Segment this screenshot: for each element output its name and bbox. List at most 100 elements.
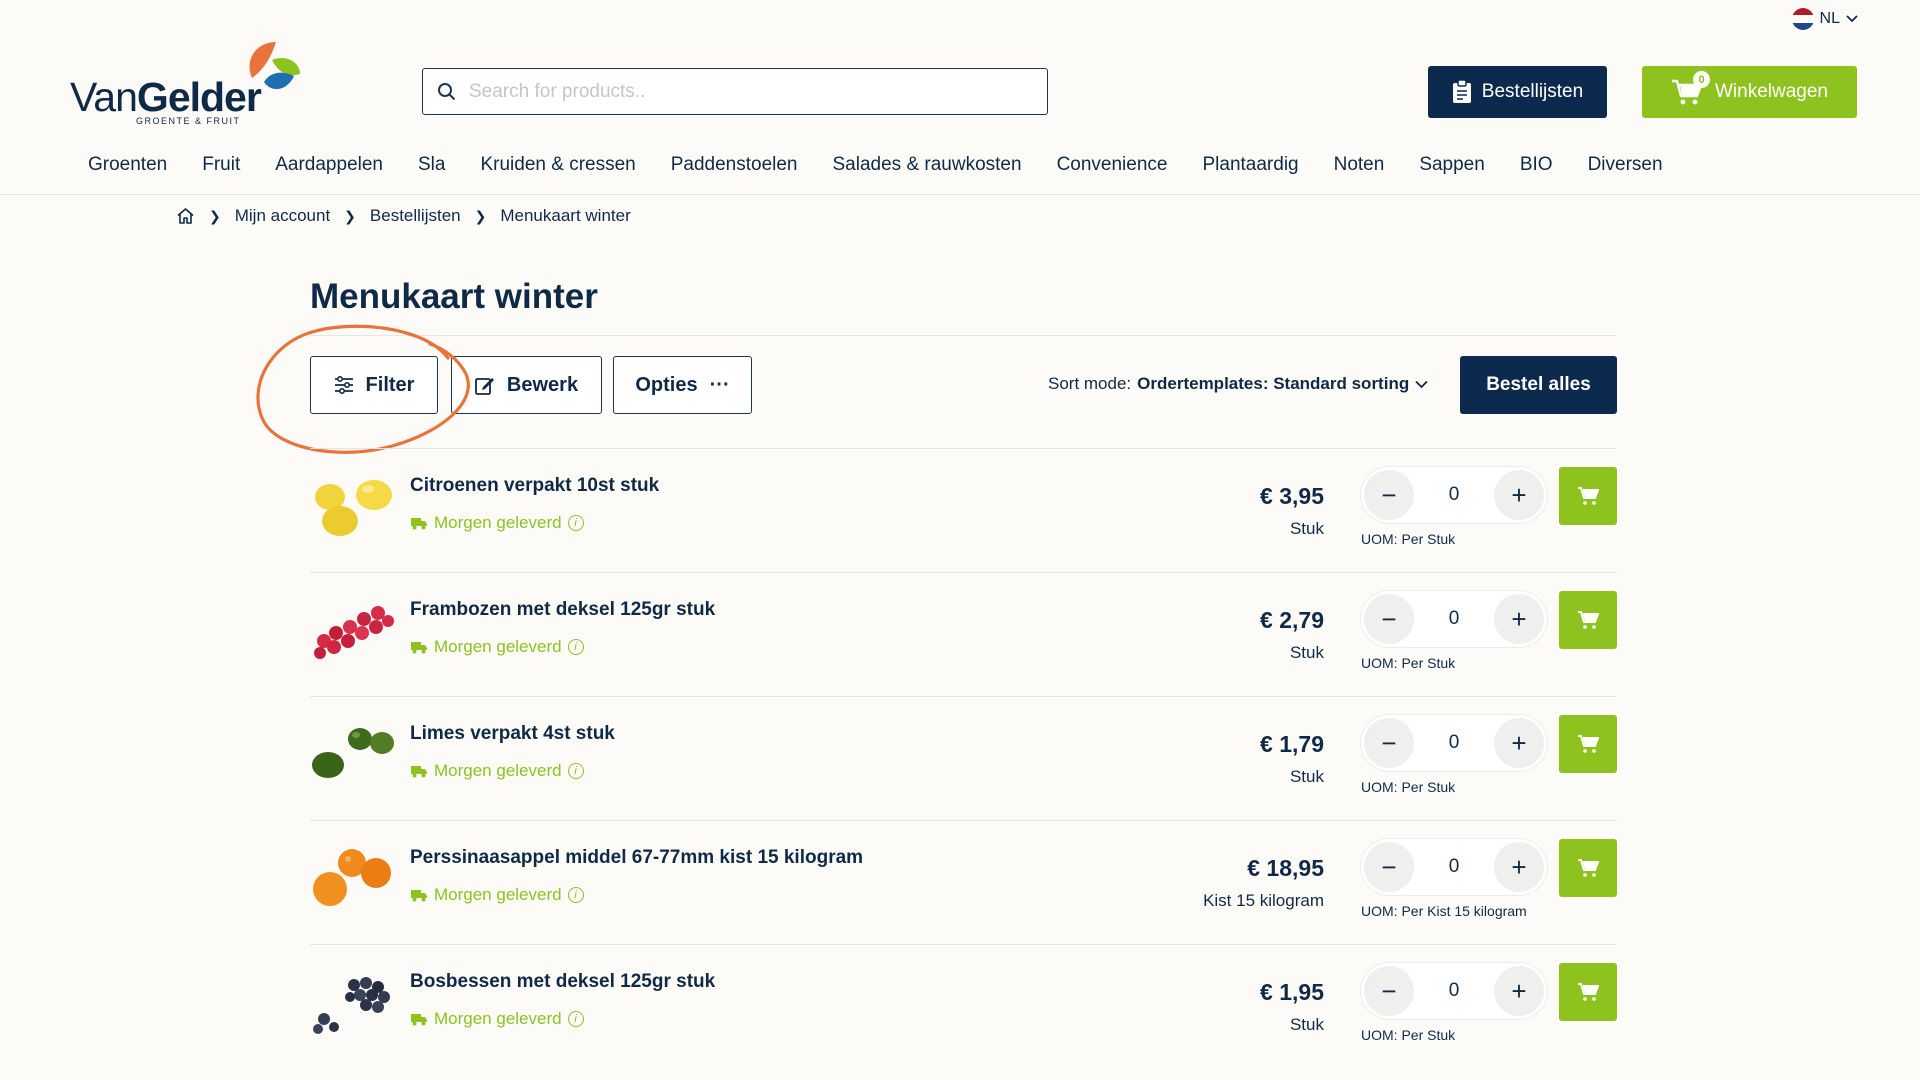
nav-item-diversen[interactable]: Diversen [1588, 154, 1663, 176]
uom-label: UOM: Per Kist 15 kilogram [1361, 903, 1527, 919]
raspberry-product-image[interactable] [310, 593, 400, 665]
main-navigation: Groenten Fruit Aardappelen Sla Kruiden &… [88, 154, 1698, 176]
options-button[interactable]: Opties ··· [613, 356, 752, 414]
nav-item-sla[interactable]: Sla [418, 154, 445, 176]
decrease-button[interactable]: − [1364, 842, 1414, 892]
quantity-stepper: − + [1361, 963, 1547, 1019]
increase-button[interactable]: + [1494, 594, 1544, 644]
language-selector[interactable]: NL [1791, 8, 1858, 30]
search-input[interactable] [469, 80, 1047, 103]
delivery-status: Morgen geleverd i [410, 513, 584, 533]
add-to-cart-button[interactable] [1559, 715, 1617, 773]
quantity-input[interactable] [1434, 856, 1474, 878]
search-icon [438, 82, 456, 100]
increase-button[interactable]: + [1494, 470, 1544, 520]
info-icon[interactable]: i [567, 639, 584, 655]
product-row: Limes verpakt 4st stuk Morgen geleverd i… [310, 697, 1617, 821]
home-icon[interactable] [176, 207, 195, 225]
netherlands-flag-icon [1791, 8, 1814, 30]
product-unit: Stuk [1289, 767, 1324, 786]
nav-item-noten[interactable]: Noten [1334, 154, 1385, 176]
product-row: Perssinaasappel middel 67-77mm kist 15 k… [310, 821, 1617, 945]
blueberry-product-image[interactable] [310, 965, 400, 1037]
order-all-button[interactable]: Bestel alles [1460, 356, 1617, 414]
decrease-button[interactable]: − [1364, 470, 1414, 520]
quantity-input[interactable] [1434, 732, 1474, 754]
quantity-input[interactable] [1434, 484, 1474, 506]
delivery-status: Morgen geleverd i [410, 885, 584, 905]
sort-mode-value: Ordertemplates: Standard sorting [1137, 374, 1410, 393]
breadcrumb-item-account[interactable]: Mijn account [235, 206, 330, 226]
orderlists-button[interactable]: Bestellijsten [1428, 66, 1607, 118]
product-name[interactable]: Perssinaasappel middel 67-77mm kist 15 k… [410, 847, 863, 869]
sort-mode-selector[interactable]: Sort mode: Ordertemplates: Standard sort… [1048, 374, 1428, 394]
site-header: NL VanGelder GROENTE & FRUIT Bestellijst… [0, 0, 1920, 195]
product-row: Frambozen met deksel 125gr stuk Morgen g… [310, 573, 1617, 697]
nav-item-sappen[interactable]: Sappen [1419, 154, 1485, 176]
search-bar[interactable] [422, 68, 1048, 115]
add-to-cart-button[interactable] [1559, 839, 1617, 897]
info-icon[interactable]: i [567, 763, 584, 779]
add-to-cart-button[interactable] [1559, 467, 1617, 525]
uom-label: UOM: Per Stuk [1361, 1027, 1456, 1043]
product-unit: Stuk [1289, 1015, 1324, 1034]
cart-icon [1578, 487, 1599, 505]
page-title: Menukaart winter [310, 277, 598, 316]
product-name[interactable]: Frambozen met deksel 125gr stuk [410, 599, 715, 621]
increase-button[interactable]: + [1494, 966, 1544, 1016]
uom-label: UOM: Per Stuk [1361, 655, 1456, 671]
nav-item-paddenstoelen[interactable]: Paddenstoelen [671, 154, 798, 176]
info-icon[interactable]: i [567, 1011, 584, 1027]
vangelder-logo[interactable]: VanGelder GROENTE & FRUIT [70, 36, 310, 131]
product-name[interactable]: Limes verpakt 4st stuk [410, 723, 615, 745]
nav-item-plantaardig[interactable]: Plantaardig [1202, 154, 1298, 176]
breadcrumb-item-orderlists[interactable]: Bestellijsten [370, 206, 461, 226]
breadcrumb-separator: ❯ [344, 207, 356, 224]
clipboard-icon [1452, 80, 1471, 103]
cart-button[interactable]: 0 Winkelwagen [1642, 66, 1857, 118]
cart-icon-wrap: 0 [1671, 71, 1710, 106]
delivery-label: Morgen geleverd [434, 1009, 562, 1028]
breadcrumb: ❯ Mijn account ❯ Bestellijsten ❯ Menukaa… [176, 206, 631, 226]
decrease-button[interactable]: − [1364, 594, 1414, 644]
increase-button[interactable]: + [1494, 718, 1544, 768]
quantity-stepper: − + [1361, 715, 1547, 771]
product-price: € 1,95 [1260, 979, 1324, 1005]
nav-item-groenten[interactable]: Groenten [88, 154, 167, 176]
decrease-button[interactable]: − [1364, 718, 1414, 768]
nav-item-fruit[interactable]: Fruit [202, 154, 240, 176]
uom-label: UOM: Per Stuk [1361, 779, 1456, 795]
breadcrumb-item-current: Menukaart winter [500, 206, 631, 225]
nav-item-kruiden-cressen[interactable]: Kruiden & cressen [480, 154, 635, 176]
product-unit: Stuk [1289, 643, 1324, 662]
options-label: Opties [635, 373, 698, 396]
product-name[interactable]: Citroenen verpakt 10st stuk [410, 475, 659, 497]
lemon-product-image[interactable] [310, 469, 400, 541]
info-icon[interactable]: i [567, 887, 584, 903]
nav-item-convenience[interactable]: Convenience [1057, 154, 1168, 176]
cart-icon [1578, 983, 1599, 1001]
divider [310, 335, 1617, 336]
decrease-button[interactable]: − [1364, 966, 1414, 1016]
quantity-input[interactable] [1434, 980, 1474, 1002]
add-to-cart-button[interactable] [1559, 591, 1617, 649]
breadcrumb-separator: ❯ [474, 207, 487, 224]
filter-button[interactable]: Filter [310, 356, 438, 414]
uom-label: UOM: Per Stuk [1361, 531, 1456, 547]
sort-mode-prefix: Sort mode: [1048, 374, 1132, 393]
nav-item-salades-rauwkosten[interactable]: Salades & rauwkosten [833, 154, 1022, 176]
increase-button[interactable]: + [1494, 842, 1544, 892]
info-icon[interactable]: i [567, 515, 584, 531]
nav-item-aardappelen[interactable]: Aardappelen [275, 154, 383, 176]
delivery-status: Morgen geleverd i [410, 761, 584, 781]
quantity-input[interactable] [1434, 608, 1474, 630]
add-to-cart-button[interactable] [1559, 963, 1617, 1021]
orange-product-image[interactable] [310, 841, 400, 913]
edit-button[interactable]: Bewerk [451, 356, 602, 414]
quantity-stepper: − + [1361, 839, 1547, 895]
product-unit: Kist 15 kilogram [1203, 891, 1324, 910]
nav-item-bio[interactable]: BIO [1520, 154, 1553, 176]
lime-product-image[interactable] [310, 717, 400, 789]
product-name[interactable]: Bosbessen met deksel 125gr stuk [410, 971, 715, 993]
sliders-icon [334, 376, 353, 394]
